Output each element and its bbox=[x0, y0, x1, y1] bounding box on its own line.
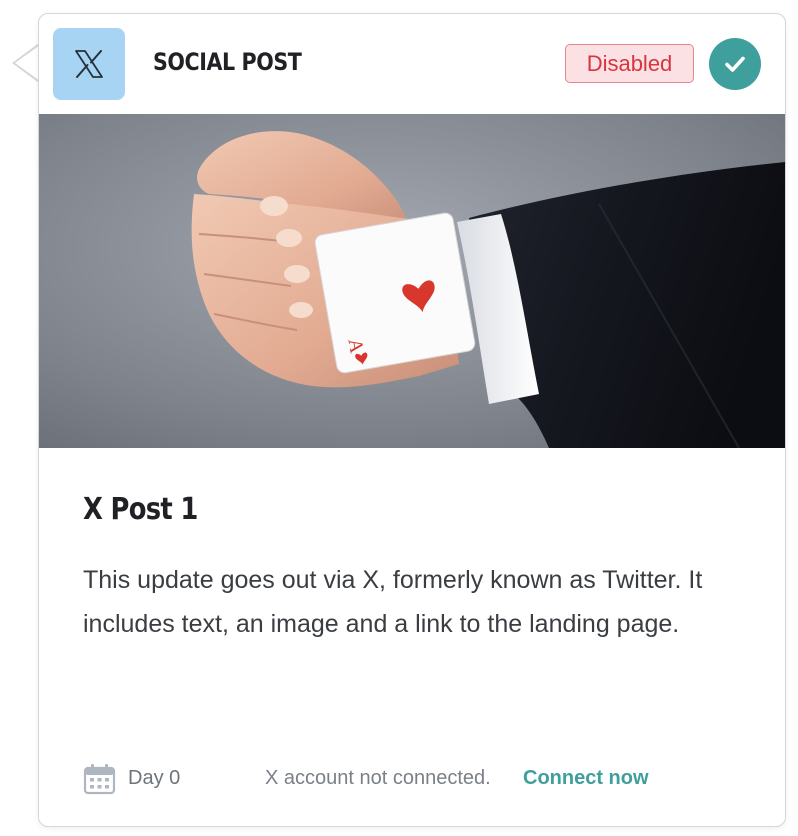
status-badge: Disabled bbox=[565, 44, 694, 83]
check-glyph bbox=[725, 56, 745, 72]
card-type-title: SOCIAL POST bbox=[153, 48, 302, 76]
day-label: Day 0 bbox=[128, 767, 181, 789]
post-title: X Post 1 bbox=[83, 492, 198, 527]
card-footer: Day 0 X account not connected. Connect n… bbox=[83, 762, 733, 796]
post-body: This update goes out via X, formerly kno… bbox=[83, 566, 703, 638]
connection-status: X account not connected. bbox=[265, 767, 491, 789]
connect-now-link[interactable]: Connect now bbox=[523, 767, 649, 790]
x-logo-icon bbox=[53, 28, 125, 100]
post-image: A bbox=[39, 114, 785, 448]
card-header: SOCIAL POST Disabled bbox=[39, 14, 785, 114]
social-post-card[interactable]: SOCIAL POST Disabled A X Post 1 This upd… bbox=[38, 13, 786, 827]
card-pointer-fill bbox=[14, 45, 40, 81]
checkmark-icon[interactable] bbox=[709, 38, 761, 90]
x-glyph bbox=[75, 50, 103, 78]
ace-up-sleeve-photo: A bbox=[39, 114, 785, 448]
calendar-icon bbox=[83, 764, 116, 795]
